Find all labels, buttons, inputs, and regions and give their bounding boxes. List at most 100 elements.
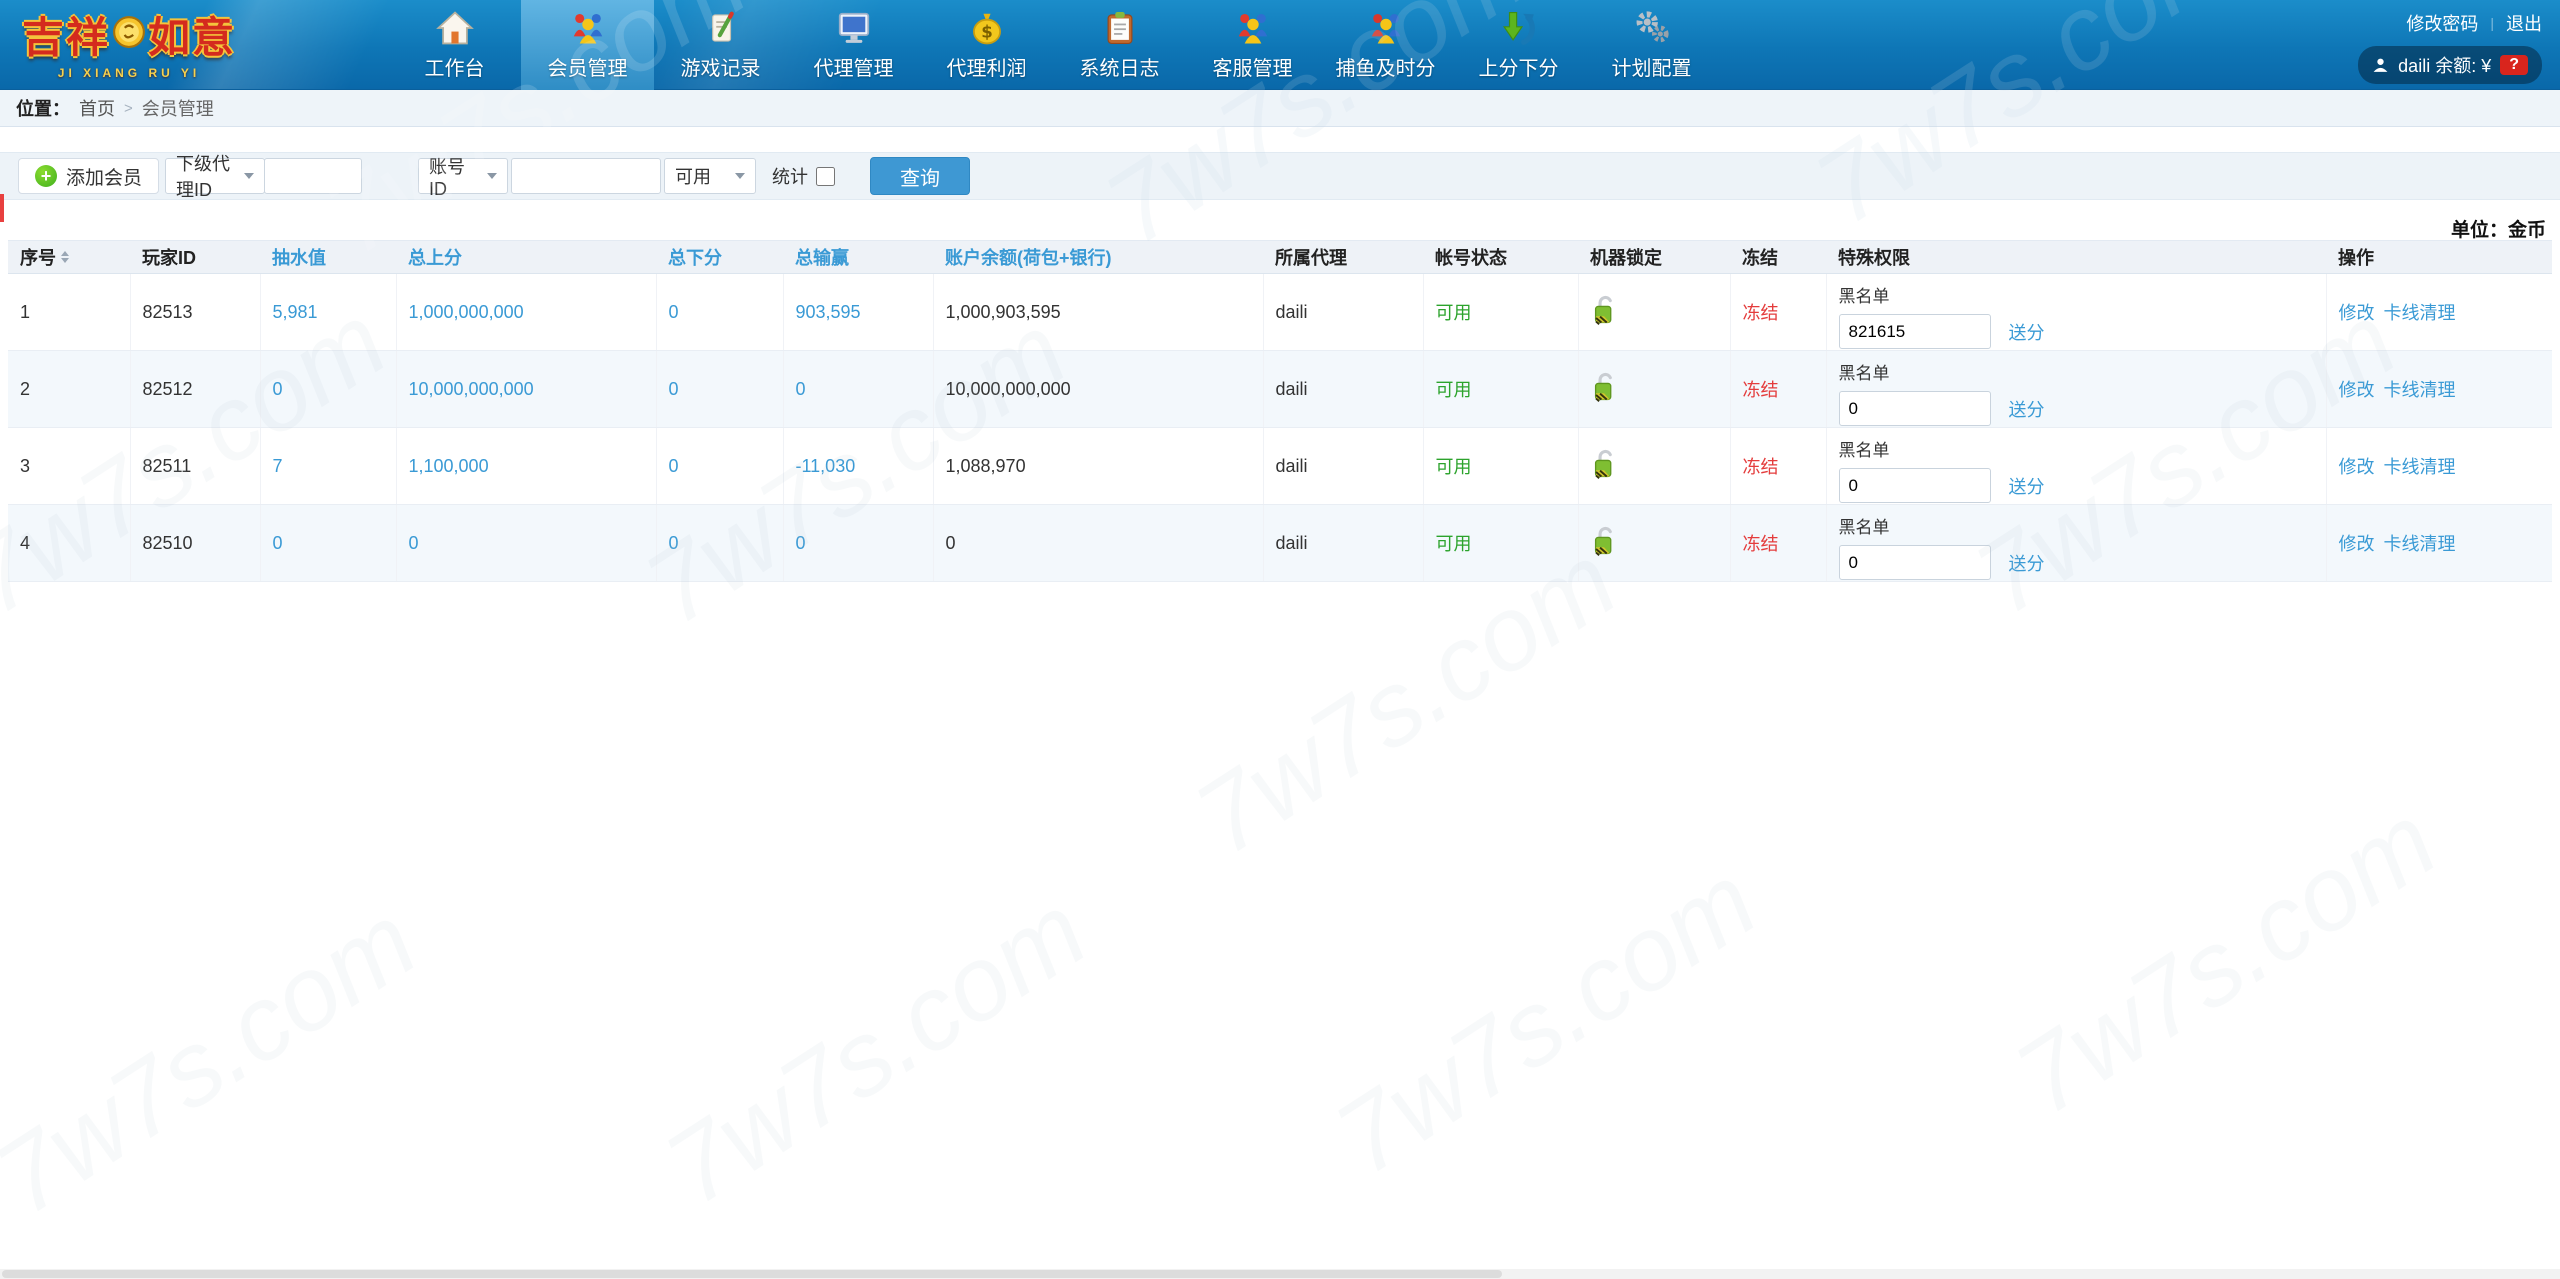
stats-label: 统计 [772,167,809,187]
agent-filter-input[interactable] [264,158,363,194]
member-table-body: 1 82513 5,981 1,000,000,000 0 903,595 1,… [8,273,2552,582]
pump-value-link[interactable]: 0 [273,533,283,553]
balance-cell: 1,088,970 [933,427,1264,505]
sort-icon[interactable] [61,251,69,263]
freeze-link[interactable]: 冻结 [1743,303,1779,323]
nav-item-member-management[interactable]: 会员管理 [521,0,654,90]
change-password-link[interactable]: 修改密码 [2406,10,2478,36]
unlock-icon[interactable] [1591,525,1618,557]
modify-link[interactable]: 修改 [2339,303,2375,323]
site-logo[interactable]: 吉祥 如意 JI XIANG RU YI [14,4,244,80]
pump-value-link[interactable]: 0 [273,379,283,399]
total-up-link[interactable]: 1,000,000,000 [409,302,524,322]
pump-value-link[interactable]: 7 [273,456,283,476]
total-winloss-link[interactable]: 0 [796,379,806,399]
clear-line-link[interactable]: 卡线清理 [2384,303,2456,323]
user-balance-pill[interactable]: daili 余额: ¥ ? [2358,46,2542,84]
fishing-score-icon [1371,13,1400,44]
stats-checkbox[interactable] [816,166,836,186]
modify-link[interactable]: 修改 [2339,457,2375,477]
nav-item-fishing-score[interactable]: 捕鱼及时分 [1319,0,1452,90]
freeze-link[interactable]: 冻结 [1743,457,1779,477]
header-pump[interactable]: 抽水值 [260,240,396,274]
logout-link[interactable]: 退出 [2506,10,2542,36]
actions-cell: 修改 卡线清理 [2326,273,2552,351]
nav-item-agent-management[interactable]: 代理管理 [787,0,920,90]
special-privilege-cell: 黑名单 送分 [1826,350,2327,428]
header-player-id: 玩家ID [130,240,260,274]
blacklist-input[interactable] [1838,545,1991,580]
total-down-link[interactable]: 0 [669,533,679,553]
total-winloss-link[interactable]: 903,595 [796,302,861,322]
clear-line-link[interactable]: 卡线清理 [2384,534,2456,554]
nav-item-plan-config[interactable]: 计划配置 [1585,0,1718,90]
unlock-icon[interactable] [1591,371,1618,403]
agent-cell: daili [1263,350,1424,428]
link-divider: | [2490,15,2494,31]
clear-line-link[interactable]: 卡线清理 [2384,457,2456,477]
breadcrumb-home-link[interactable]: 首页 [79,95,115,121]
total-up-link[interactable]: 10,000,000,000 [409,379,534,399]
watermark: 7w7s.com [1995,781,2457,1138]
unlock-icon[interactable] [1591,448,1618,480]
seq-cell: 4 [8,504,131,582]
nav-item-system-log[interactable]: 系统日志 [1053,0,1186,90]
account-filter-dropdown[interactable]: 账号ID [418,157,509,199]
total-winloss-link[interactable]: -11,030 [796,456,856,476]
pump-value-link[interactable]: 5,981 [273,302,318,322]
search-button[interactable]: 查询 [870,157,971,195]
special-privilege-cell: 黑名单 送分 [1826,273,2327,351]
user-balance-text: daili 余额: ¥ [2398,56,2492,76]
add-member-button[interactable]: + 添加会员 [18,158,160,194]
total-down-link[interactable]: 0 [669,379,679,399]
nav-item-score-updown[interactable]: 上分下分 [1452,0,1585,90]
header-total-up[interactable]: 总上分 [396,240,656,274]
total-up-link[interactable]: 0 [409,533,419,553]
special-privilege-cell: 黑名单 送分 [1826,504,2327,582]
blacklist-input[interactable] [1838,468,1991,503]
table-row: 1 82513 5,981 1,000,000,000 0 903,595 1,… [8,273,2552,351]
nav-label: 工作台 [424,58,485,80]
total-down-link[interactable]: 0 [669,302,679,322]
freeze-link[interactable]: 冻结 [1743,534,1779,554]
player-id-cell: 82513 [130,273,261,351]
status-filter-dropdown[interactable]: 可用 [664,158,757,194]
header-balance[interactable]: 账户余额(荷包+银行) [933,240,1263,274]
total-up-link[interactable]: 1,100,000 [409,456,489,476]
watermark: 7w7s.com [0,881,437,1238]
total-winloss-link[interactable]: 0 [796,533,806,553]
agent-cell: daili [1263,273,1424,351]
unlock-icon[interactable] [1591,294,1618,326]
header-seq[interactable]: 序号 [8,240,130,274]
horizontal-scrollbar[interactable] [0,1269,2560,1279]
header-total-winloss[interactable]: 总输赢 [783,240,933,274]
modify-link[interactable]: 修改 [2339,534,2375,554]
nav-label: 代理管理 [813,58,894,80]
blacklist-input[interactable] [1838,314,1991,349]
logo-title: 吉祥 如意 [14,4,244,65]
nav-item-agent-profit[interactable]: $ 代理利润 [920,0,1053,90]
logo-subtitle: JI XIANG RU YI [57,66,201,80]
agent-filter-dropdown[interactable]: 下级代理ID [165,154,266,200]
send-score-link[interactable]: 送分 [2009,550,2045,576]
nav-item-workbench[interactable]: 工作台 [388,0,521,90]
send-score-link[interactable]: 送分 [2009,319,2045,345]
total-down-link[interactable]: 0 [669,456,679,476]
nav-label: 会员管理 [547,58,628,80]
blacklist-input[interactable] [1838,391,1991,426]
send-score-link[interactable]: 送分 [2009,473,2045,499]
account-status-cell: 可用 [1423,504,1579,582]
table-row: 2 82512 0 10,000,000,000 0 0 10,000,000,… [8,350,2552,428]
nav-item-customer-service[interactable]: 客服管理 [1186,0,1319,90]
nav-item-game-records[interactable]: 游戏记录 [654,0,787,90]
modify-link[interactable]: 修改 [2339,380,2375,400]
freeze-link[interactable]: 冻结 [1743,380,1779,400]
clear-line-link[interactable]: 卡线清理 [2384,380,2456,400]
scrollbar-thumb[interactable] [2,1270,1502,1278]
top-navbar: 吉祥 如意 JI XIANG RU YI 工作台 会员管理 游戏记录 代理管理 … [0,0,2560,90]
header-total-down[interactable]: 总下分 [656,240,783,274]
table-row: 4 82510 0 0 0 0 0 daili 可用 冻结 黑名单 送分 修改 [8,504,2552,582]
send-score-link[interactable]: 送分 [2009,396,2045,422]
account-filter-input[interactable] [511,158,662,194]
nav-label: 计划配置 [1611,58,1692,80]
